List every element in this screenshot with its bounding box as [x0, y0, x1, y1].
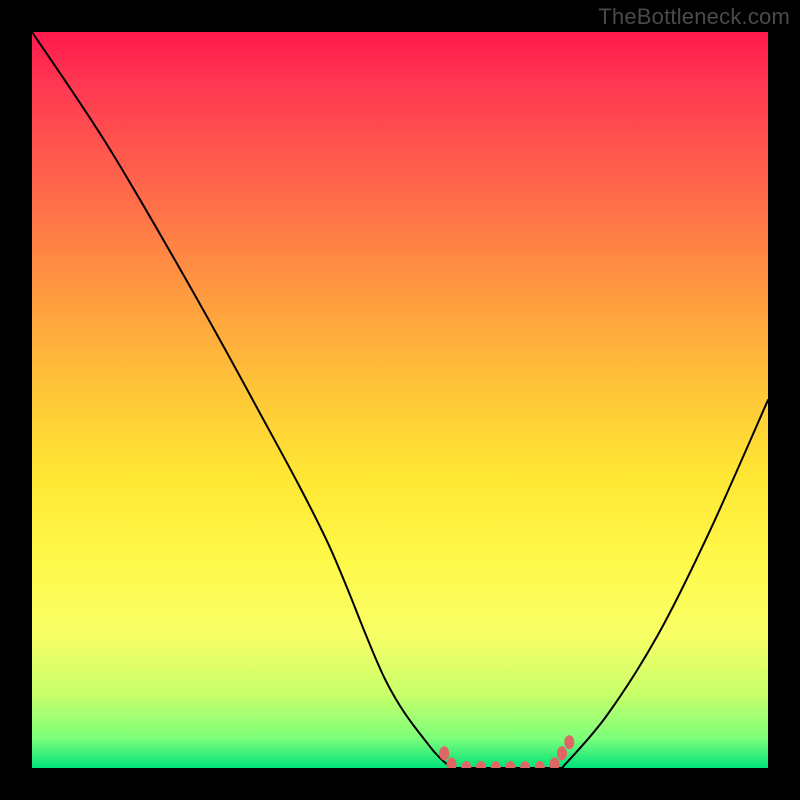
marker-dot [564, 735, 574, 749]
curve-layer [32, 32, 768, 768]
marker-dot [439, 746, 449, 760]
marker-dot [557, 746, 567, 760]
watermark-text: TheBottleneck.com [598, 4, 790, 30]
optimal-markers [439, 735, 574, 768]
marker-dot [535, 761, 545, 768]
chart-container: TheBottleneck.com [0, 0, 800, 800]
marker-dot [505, 761, 515, 768]
marker-dot [550, 757, 560, 768]
plot-area [32, 32, 768, 768]
marker-dot [476, 761, 486, 768]
bottleneck-curve [32, 32, 768, 768]
marker-dot [491, 761, 501, 768]
curve-path [32, 32, 768, 768]
marker-dot [520, 761, 530, 768]
marker-dot [461, 761, 471, 768]
marker-dot [447, 757, 457, 768]
